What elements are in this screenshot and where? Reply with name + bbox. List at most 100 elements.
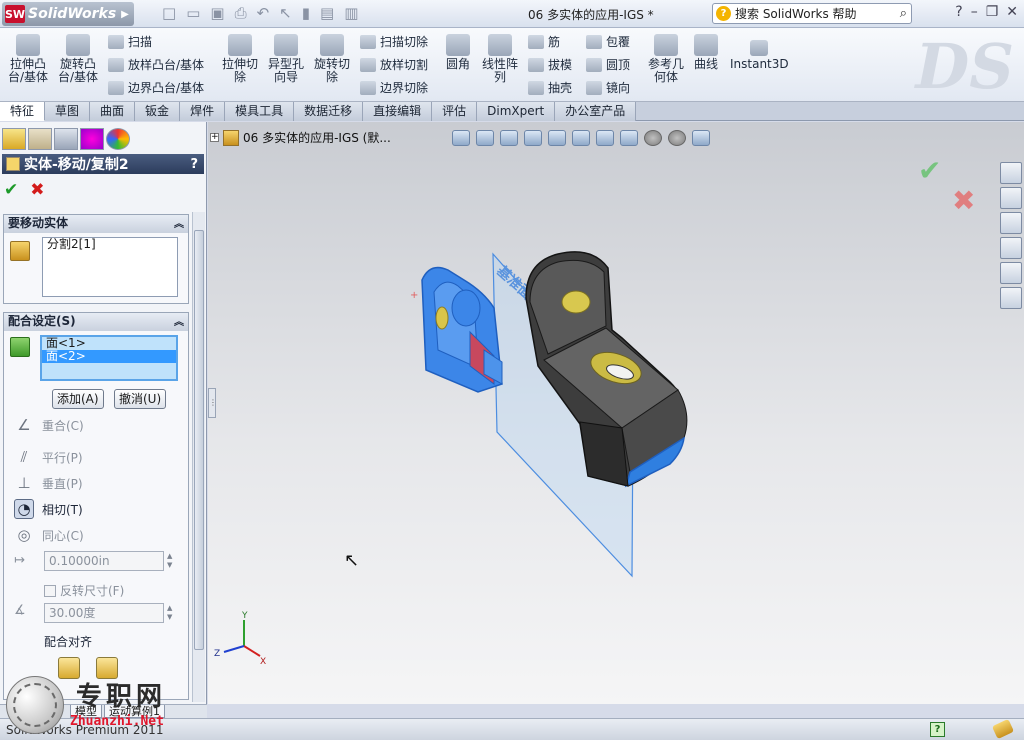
file-properties-icon[interactable]: ▤ <box>320 4 334 22</box>
print-icon[interactable]: ⎙ <box>235 4 247 22</box>
minimize-button[interactable]: – <box>971 4 978 20</box>
scrollbar-thumb[interactable] <box>194 230 204 650</box>
tab-features[interactable]: 特征 <box>0 102 46 121</box>
collapse-chevron-icon[interactable]: ︽ <box>174 216 184 233</box>
help-icon[interactable]: ? <box>190 157 198 172</box>
quick-access-toolbar: □ ▭ ▣ ⎙ ↶ ↖ ▮ ▤ ▥ <box>162 4 358 22</box>
tab-sketch[interactable]: 草图 <box>45 102 91 121</box>
fillet-button[interactable]: 圆角 <box>446 34 470 71</box>
boundary-boss-icon <box>108 80 124 95</box>
swept-cut-button[interactable]: 扫描切除 <box>360 33 428 50</box>
solidworks-menu-button[interactable]: SW SolidWorks ▶ <box>2 2 134 26</box>
flip-dimension-checkbox[interactable]: 反转尺寸(F) <box>44 582 124 599</box>
mirror-button[interactable]: 镜向 <box>586 79 630 96</box>
collapse-chevron-icon[interactable]: ︽ <box>174 314 184 331</box>
list-item-selected[interactable]: 面<2> <box>42 350 176 363</box>
command-tabs: 特征 草图 曲面 钣金 焊件 模具工具 数据迁移 直接编辑 评估 DimXper… <box>0 102 1024 121</box>
extruded-cut-button[interactable]: 拉伸切 除 <box>222 34 258 84</box>
select-icon[interactable]: ↖ <box>279 4 292 22</box>
angle-input[interactable]: 30.00度 <box>44 603 164 623</box>
add-button[interactable]: 添加(A) <box>52 389 104 409</box>
cancel-icon[interactable]: ✖ <box>30 180 44 200</box>
selected-body[interactable] <box>421 266 503 393</box>
distance-input[interactable]: 0.10000in <box>44 551 164 571</box>
tab-dimxpert[interactable]: DimXpert <box>477 102 556 121</box>
reference-geometry-button[interactable]: 参考几 何体 <box>648 34 684 84</box>
mate-faces-selection-box[interactable]: 面<1> 面<2> <box>40 335 178 381</box>
mate-perpendicular[interactable]: ⊥ 垂直(P) <box>14 473 82 493</box>
triad-y-label: Y <box>241 611 248 621</box>
model-canvas[interactable]: 基准面1 + Y X Z <box>208 122 1024 704</box>
rebuild-icon[interactable]: ▮ <box>302 4 310 22</box>
help-menu-button[interactable]: ? <box>955 4 962 20</box>
bodies-group-header[interactable]: 要移动实体 ︽ <box>4 215 188 233</box>
help-search-box[interactable]: ? 搜索 SolidWorks 帮助 ⌕ <box>712 3 912 24</box>
tab-direct-editing[interactable]: 直接编辑 <box>363 102 433 121</box>
ds-brand-logo: DS <box>915 30 1014 103</box>
save-icon[interactable]: ▣ <box>210 4 224 22</box>
tab-mold-tools[interactable]: 模具工具 <box>225 102 295 121</box>
revolved-cut-button[interactable]: 旋转切 除 <box>314 34 350 84</box>
mate-selections-icon <box>10 337 30 357</box>
boundary-boss-button[interactable]: 边界凸台/基体 <box>108 79 204 96</box>
revolved-boss-button[interactable]: 旋转凸 台/基体 <box>58 34 98 84</box>
options-icon[interactable]: ▥ <box>344 4 358 22</box>
solid-body-icon <box>10 241 30 261</box>
close-button[interactable]: ✕ <box>1006 4 1018 20</box>
instant3d-button[interactable]: Instant3D <box>730 40 789 71</box>
ok-icon[interactable]: ✔ <box>4 180 18 200</box>
graphics-area[interactable]: + 06 多实体的应用-IGS (默... ✔ ✖ ⋮ 基准面1 + Y X Z… <box>208 122 1024 704</box>
sweep-button[interactable]: 扫描 <box>108 33 152 50</box>
extruded-boss-button[interactable]: 拉伸凸 台/基体 <box>8 34 48 84</box>
tab-evaluate[interactable]: 评估 <box>432 102 478 121</box>
feature-manager-tab-icon[interactable] <box>2 128 26 150</box>
hole-wizard-button[interactable]: 异型孔 向导 <box>268 34 304 84</box>
dimxpert-manager-tab-icon[interactable] <box>80 128 104 150</box>
display-manager-tab-icon[interactable] <box>106 128 130 150</box>
restore-button[interactable]: ❐ <box>986 4 999 20</box>
tag-icon[interactable] <box>991 718 1015 740</box>
tab-data-migration[interactable]: 数据迁移 <box>294 102 364 121</box>
mate-coincident[interactable]: ∠ 重合(C) <box>14 415 83 435</box>
concentric-icon: ◎ <box>17 526 31 544</box>
linear-pattern-button[interactable]: 线性阵 列 <box>482 34 518 84</box>
angle-spinner-icon[interactable]: ▲ ▼ <box>167 604 179 622</box>
boundary-cut-button[interactable]: 边界切除 <box>360 79 428 96</box>
status-help-icon[interactable]: ? <box>930 722 945 737</box>
loft-button[interactable]: 放样凸台/基体 <box>108 56 204 73</box>
open-document-icon[interactable]: ▭ <box>186 4 200 22</box>
undo-icon[interactable]: ↶ <box>257 4 270 22</box>
mate-concentric[interactable]: ◎ 同心(C) <box>14 525 83 545</box>
shell-button[interactable]: 抽壳 <box>528 79 572 96</box>
move-copy-body-icon <box>6 157 20 171</box>
configuration-manager-tab-icon[interactable] <box>54 128 78 150</box>
rib-button[interactable]: 筋 <box>528 33 560 50</box>
checkbox-box[interactable] <box>44 584 56 597</box>
tab-office-products[interactable]: 办公室产品 <box>555 102 637 121</box>
title-bar: SW SolidWorks ▶ □ ▭ ▣ ⎙ ↶ ↖ ▮ ▤ ▥ 06 多实体… <box>0 0 1024 28</box>
property-manager-panel: 实体-移动/复制2 ? ✔ ✖ 要移动实体 ︽ 分割2[1] 配合设定(S) ︽… <box>0 122 207 705</box>
tab-surfaces[interactable]: 曲面 <box>90 102 136 121</box>
mate-tangent[interactable]: ◔ 相切(T) <box>14 499 83 519</box>
mate-parallel[interactable]: ⫽ 平行(P) <box>14 447 83 467</box>
list-item[interactable]: 分割2[1] <box>43 238 177 251</box>
bodies-selection-box[interactable]: 分割2[1] <box>42 237 178 297</box>
distance-spinner-icon[interactable]: ▲ ▼ <box>167 552 179 570</box>
draft-button[interactable]: 拔模 <box>528 56 572 73</box>
mate-group-header[interactable]: 配合设定(S) ︽ <box>4 313 188 331</box>
help-search-input[interactable]: 搜索 SolidWorks 帮助 <box>735 5 900 22</box>
new-document-icon[interactable]: □ <box>162 4 176 22</box>
wrap-button[interactable]: 包覆 <box>586 33 630 50</box>
mirror-icon <box>586 80 602 95</box>
instant3d-icon <box>750 40 769 56</box>
dome-button[interactable]: 圆顶 <box>586 56 630 73</box>
tab-weldments[interactable]: 焊件 <box>180 102 226 121</box>
bodies-to-move-group: 要移动实体 ︽ 分割2[1] <box>3 214 189 304</box>
lofted-cut-button[interactable]: 放样切割 <box>360 56 428 73</box>
undo-button[interactable]: 撤消(U) <box>114 389 167 409</box>
property-manager-scrollbar[interactable] <box>192 212 205 702</box>
search-icon[interactable]: ⌕ <box>900 6 907 21</box>
curves-button[interactable]: 曲线 <box>694 34 718 71</box>
tab-sheet-metal[interactable]: 钣金 <box>135 102 181 121</box>
property-manager-tab-icon[interactable] <box>28 128 52 150</box>
